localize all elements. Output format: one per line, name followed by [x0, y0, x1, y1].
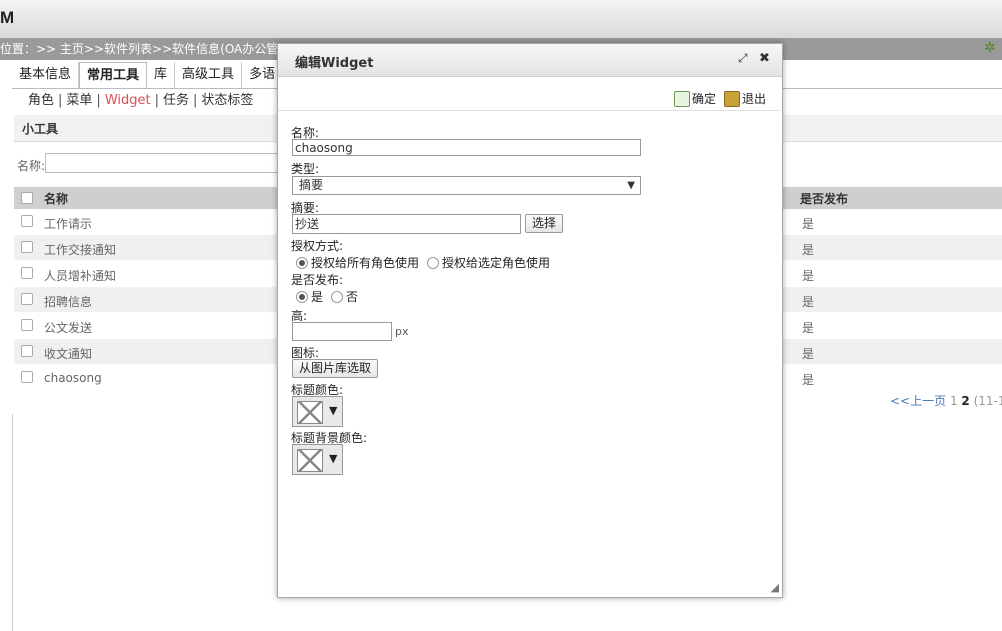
type-select[interactable]: 摘要 ▼	[292, 176, 641, 195]
column-name-header[interactable]: 名称	[44, 190, 68, 207]
row-name[interactable]: 公文发送	[44, 319, 92, 336]
search-label: 名称:	[17, 159, 46, 173]
exit-label: 退出	[742, 92, 767, 106]
tab-bar: 基本信息 常用工具 库 高级工具 多语	[12, 62, 282, 88]
row-published: 是	[802, 347, 815, 361]
publish-yes-radio[interactable]	[296, 290, 308, 303]
auth-selected-label[interactable]: 授权给选定角色使用	[442, 254, 550, 271]
subnav-roles[interactable]: 角色	[28, 93, 54, 108]
row-published: 是	[802, 321, 815, 335]
row-name[interactable]: 人员增补通知	[44, 267, 116, 284]
auth-all-radio[interactable]	[296, 256, 308, 269]
subnav-status-tags[interactable]: 状态标签	[201, 93, 253, 108]
row-checkbox[interactable]	[21, 293, 33, 305]
dialog-header[interactable]: 编辑Widget ⤢ ✖	[278, 44, 782, 77]
auth-mode-label: 授权方式:	[291, 239, 344, 253]
page-1-link[interactable]: 1	[950, 394, 958, 408]
edit-widget-dialog: 编辑Widget ⤢ ✖ 确定 退出 名称: chaosong 类型: 摘要 ▼…	[277, 43, 783, 598]
name-input[interactable]: chaosong	[292, 139, 641, 156]
row-checkbox[interactable]	[21, 241, 33, 253]
section-title: 小工具	[22, 122, 59, 136]
search-input[interactable]	[45, 153, 287, 173]
row-published: 是	[802, 295, 815, 309]
title-color-picker[interactable]: ▼	[292, 396, 343, 427]
dialog-toolbar: 确定 退出	[278, 86, 780, 111]
exit-button[interactable]: 退出	[724, 90, 766, 107]
pick-from-gallery-button[interactable]: 从图片库选取	[292, 359, 379, 378]
confirm-label: 确定	[692, 92, 717, 106]
height-unit: px	[395, 325, 409, 338]
chevron-down-icon: ▼	[627, 180, 635, 191]
summary-input[interactable]: 抄送	[292, 214, 521, 234]
dialog-title: 编辑Widget	[295, 56, 374, 71]
exit-icon	[724, 90, 740, 107]
row-name[interactable]: 工作交接通知	[44, 241, 116, 258]
close-icon[interactable]: ✖	[759, 51, 770, 66]
pagination: <<上一页 1 2 (11-1	[890, 392, 1002, 409]
color-swatch	[297, 449, 323, 472]
title-bg-color-picker[interactable]: ▼	[292, 444, 343, 475]
app-title: M	[0, 8, 15, 27]
content-border	[12, 414, 13, 631]
chevron-down-icon: ▼	[329, 452, 338, 465]
confirm-button[interactable]: 确定	[674, 90, 716, 107]
row-checkbox[interactable]	[21, 345, 33, 357]
select-all-checkbox[interactable]	[21, 192, 33, 204]
type-label: 类型:	[291, 162, 320, 176]
row-name[interactable]: chaosong	[44, 371, 102, 385]
auth-mode-group: 授权给所有角色使用 授权给选定角色使用	[296, 254, 550, 271]
row-checkbox[interactable]	[21, 371, 33, 383]
tab-advanced-tools[interactable]: 高级工具	[175, 62, 243, 88]
subnav-tasks[interactable]: 任务	[163, 93, 189, 108]
subnav-menu[interactable]: 菜单	[66, 93, 92, 108]
publish-group: 是 否	[296, 288, 358, 305]
row-name[interactable]: 收文通知	[44, 345, 92, 362]
auth-all-label[interactable]: 授权给所有角色使用	[311, 254, 419, 271]
restore-icon[interactable]: ⤢	[738, 51, 748, 66]
publish-no-label[interactable]: 否	[346, 288, 358, 305]
publish-yes-label[interactable]: 是	[311, 288, 323, 305]
publish-no-radio[interactable]	[331, 290, 344, 303]
row-checkbox[interactable]	[21, 215, 33, 227]
auth-selected-radio[interactable]	[427, 256, 440, 269]
page-range: (11-1	[973, 394, 1002, 408]
color-swatch	[297, 401, 323, 424]
tab-common-tools[interactable]: 常用工具	[79, 62, 148, 88]
sub-navigation: 角色 | 菜单 | Widget | 任务 | 状态标签	[28, 93, 254, 108]
row-published: 是	[802, 269, 815, 283]
page-2-current: 2	[961, 394, 970, 408]
prev-page-link[interactable]: <<上一页	[890, 394, 946, 408]
row-published: 是	[802, 373, 815, 387]
type-select-value: 摘要	[299, 178, 324, 192]
row-checkbox[interactable]	[21, 319, 33, 331]
save-icon	[674, 90, 690, 107]
row-published: 是	[802, 217, 815, 231]
column-published-header[interactable]: 是否发布	[800, 190, 848, 207]
chevron-down-icon: ▼	[329, 404, 338, 417]
row-name[interactable]: 工作请示	[44, 215, 92, 232]
gear-icon[interactable]: ✲	[984, 40, 1000, 56]
row-checkbox[interactable]	[21, 267, 33, 279]
select-button[interactable]: 选择	[525, 214, 564, 233]
row-name[interactable]: 招聘信息	[44, 293, 92, 310]
tab-basic-info[interactable]: 基本信息	[12, 62, 80, 88]
row-published: 是	[802, 243, 815, 257]
publish-label: 是否发布:	[291, 273, 344, 287]
top-header: M	[0, 0, 1002, 38]
height-input[interactable]	[292, 322, 392, 341]
tab-library[interactable]: 库	[147, 62, 176, 88]
resize-handle-icon[interactable]: ◢	[771, 581, 779, 594]
subnav-widget[interactable]: Widget	[105, 93, 151, 108]
